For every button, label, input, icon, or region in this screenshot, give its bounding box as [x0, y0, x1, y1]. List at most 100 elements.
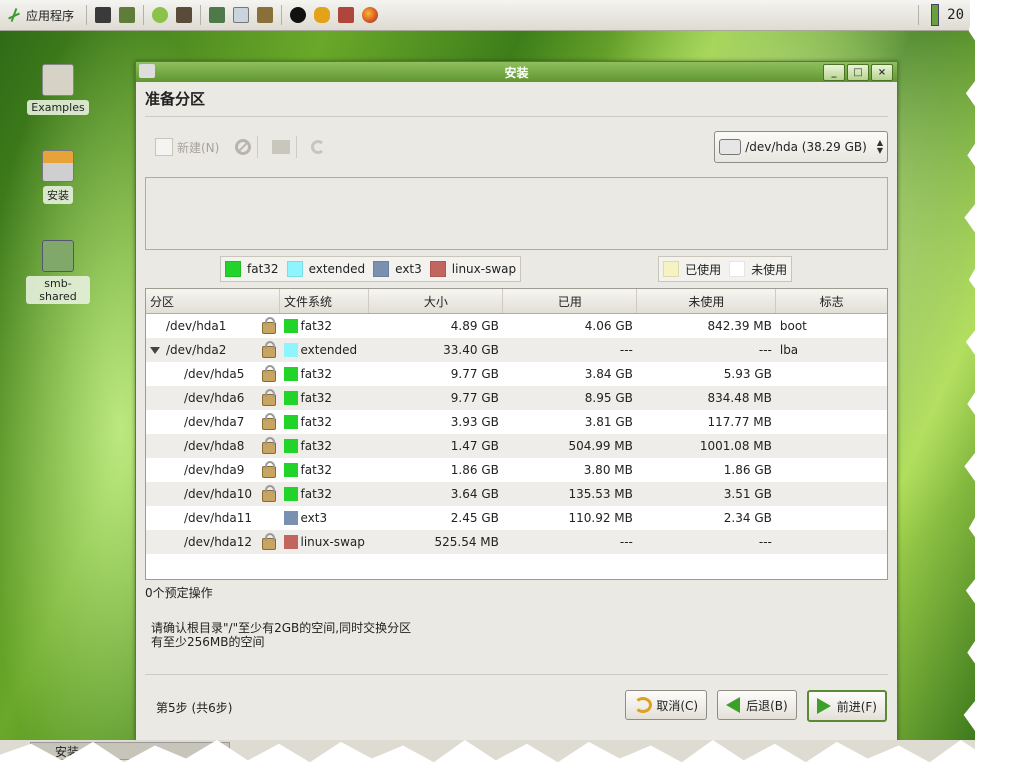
package-launcher-icon[interactable] — [257, 7, 274, 23]
column-header-unused[interactable]: 未使用 — [636, 289, 777, 314]
scanner-launcher-icon[interactable] — [176, 7, 193, 23]
column-header-partition[interactable]: 分区 — [146, 289, 280, 314]
lock-icon — [261, 389, 276, 406]
distro-logo-icon — [6, 7, 22, 23]
table-row[interactable]: /dev/hda8 fat32 1.47 GB 504.99 MB 1001.0… — [146, 434, 887, 458]
table-row[interactable]: /dev/hda12 linux-swap 525.54 MB --- --- — [146, 530, 887, 554]
size-cell: 3.64 GB — [368, 482, 503, 506]
table-row[interactable]: /dev/hda11 ext3 2.45 GB 110.92 MB 2.34 G… — [146, 506, 887, 530]
partition-cell: /dev/hda2 — [166, 343, 227, 357]
volume-icon[interactable] — [931, 4, 940, 26]
partition-cell: /dev/hda5 — [184, 367, 245, 381]
folder-icon — [42, 64, 74, 96]
column-header-size[interactable]: 大小 — [368, 289, 504, 314]
firefox-launcher-icon[interactable] — [362, 7, 379, 23]
tools-launcher-icon[interactable] — [209, 7, 226, 23]
fs-cell: fat32 — [300, 390, 333, 405]
music-player-launcher-icon[interactable] — [152, 7, 169, 23]
fs-cell: fat32 — [300, 438, 333, 453]
partition-cell: /dev/hda10 — [184, 487, 253, 501]
flags-cell: boot — [779, 319, 807, 333]
panel-separator — [86, 5, 88, 25]
applications-menu[interactable]: 应用程序 — [0, 0, 82, 30]
column-header-used[interactable]: 已用 — [502, 289, 638, 314]
size-cell: 2.45 GB — [450, 511, 499, 525]
forward-button[interactable]: 前进(F) — [806, 690, 887, 722]
legend-swatch — [663, 261, 680, 277]
back-button[interactable]: 后退(B) — [717, 690, 797, 720]
device-selector[interactable]: /dev/hda (38.29 GB) ▲ ▼ — [714, 131, 888, 163]
desktop-icon-label: 安装 — [43, 186, 73, 204]
size-cell: 525.54 MB — [368, 530, 503, 554]
table-row[interactable]: /dev/hda9 fat32 1.86 GB 3.80 MB 1.86 GB — [146, 458, 887, 482]
lock-icon — [261, 341, 276, 358]
cancel-label: 取消(C) — [656, 698, 699, 713]
document-launcher-icon[interactable] — [233, 7, 250, 23]
table-row[interactable]: /dev/hda7 fat32 3.93 GB 3.81 GB 117.77 M… — [146, 410, 887, 434]
applications-menu-label: 应用程序 — [26, 8, 75, 23]
fs-swatch — [283, 463, 298, 478]
panel-separator — [281, 5, 283, 25]
used-cell: 3.81 GB — [584, 415, 633, 429]
forward-label: 前进(F) — [836, 699, 877, 714]
partition-cell: /dev/hda6 — [184, 391, 245, 405]
qq-launcher-icon[interactable] — [290, 7, 307, 23]
legends: fat32 extended ext3 linux-swap 已使用 未使用 — [145, 256, 888, 282]
clock[interactable]: 20 — [947, 7, 970, 23]
partition-table[interactable]: 分区 文件系统 大小 已用 未使用 标志 /dev/hda1 fat32 4.8… — [145, 288, 888, 580]
used-cell: 135.53 MB — [502, 482, 637, 506]
maximize-button[interactable]: □ — [847, 64, 869, 81]
panel-separator — [143, 5, 145, 25]
hint-line: 请确认根目录"/"至少有2GB的空间,同时交换分区 — [151, 621, 412, 635]
legend-label: 未使用 — [751, 262, 788, 277]
footer-divider — [145, 674, 888, 675]
desktop-icon-label: Examples — [27, 100, 89, 115]
table-row[interactable]: /dev/hda1 fat32 4.89 GB 4.06 GB 842.39 M… — [146, 314, 887, 339]
cancel-button[interactable]: 取消(C) — [625, 690, 708, 720]
column-header-filesystem[interactable]: 文件系统 — [279, 289, 370, 314]
unused-cell: 1.86 GB — [723, 463, 772, 477]
desktop-icon-smb-shared[interactable]: smb-shared — [26, 240, 90, 304]
partition-visualization[interactable] — [145, 177, 888, 250]
flags-cell — [776, 362, 887, 386]
messenger-launcher-icon[interactable] — [314, 7, 331, 23]
table-row[interactable]: /dev/hda2 extended 33.40 GB --- --- lba — [146, 338, 887, 362]
legend-label: linux-swap — [451, 262, 517, 276]
column-header-flags[interactable]: 标志 — [775, 289, 887, 314]
used-cell: 3.80 MB — [583, 463, 633, 477]
legend-label: 已使用 — [685, 262, 722, 277]
undo-icon[interactable] — [311, 140, 326, 154]
file-manager-launcher-icon[interactable] — [119, 7, 136, 23]
fs-swatch — [283, 439, 298, 454]
minimize-button[interactable]: _ — [823, 64, 845, 81]
installer-icon — [42, 150, 74, 182]
unused-cell: --- — [636, 530, 776, 554]
flags-cell — [776, 458, 887, 482]
size-cell: 1.86 GB — [450, 463, 499, 477]
legend-item: linux-swap — [429, 261, 517, 277]
terminal-launcher-icon[interactable] — [95, 7, 112, 23]
desktop-icon-install[interactable]: 安装 — [26, 150, 90, 204]
table-row[interactable]: /dev/hda5 fat32 9.77 GB 3.84 GB 5.93 GB — [146, 362, 887, 386]
fs-cell: fat32 — [300, 366, 333, 381]
apply-icon[interactable] — [272, 140, 291, 154]
flags-cell — [775, 530, 887, 554]
window-titlebar[interactable]: 安装 _ □ × — [136, 62, 897, 82]
table-row[interactable]: /dev/hda10 fat32 3.64 GB 135.53 MB 3.51 … — [146, 482, 887, 506]
game-launcher-icon[interactable] — [338, 7, 355, 23]
table-row[interactable]: /dev/hda6 fat32 9.77 GB 8.95 GB 834.48 M… — [146, 386, 887, 410]
lock-icon — [261, 485, 276, 502]
size-cell: 3.93 GB — [450, 415, 499, 429]
fs-swatch — [283, 343, 298, 358]
used-cell: --- — [502, 530, 637, 554]
delete-partition-icon[interactable] — [235, 139, 252, 155]
fs-cell: fat32 — [300, 318, 333, 333]
harddisk-icon — [719, 139, 742, 155]
new-partition-button[interactable]: 新建(N) — [145, 138, 219, 156]
expander-icon[interactable] — [150, 347, 160, 354]
desktop-icon-examples[interactable]: Examples — [26, 64, 90, 115]
close-button[interactable]: × — [871, 64, 893, 81]
legend-item: 已使用 — [663, 261, 721, 278]
size-cell: 1.47 GB — [368, 434, 503, 458]
folder-icon — [42, 240, 74, 272]
